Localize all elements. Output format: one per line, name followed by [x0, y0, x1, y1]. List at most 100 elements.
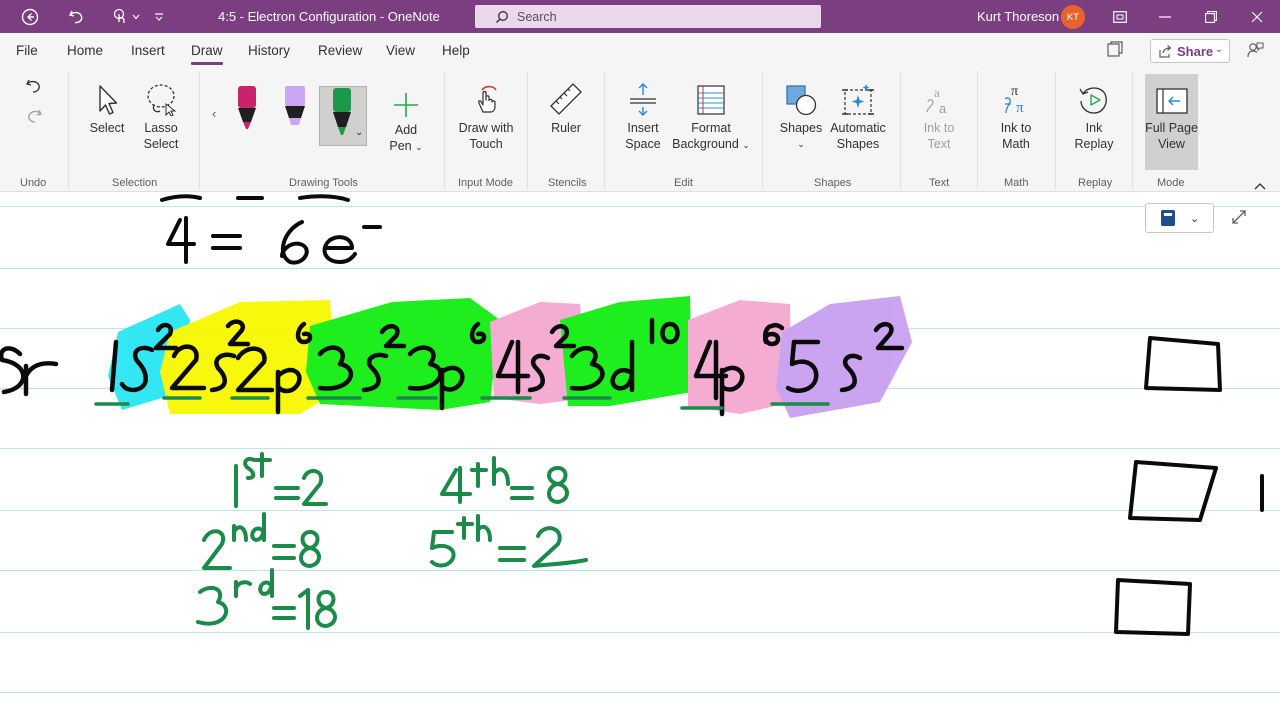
svg-text:π: π [1011, 84, 1018, 99]
undo-icon[interactable] [64, 4, 88, 30]
feedback-icon[interactable] [1247, 42, 1264, 64]
group-separator [444, 71, 445, 189]
plus-icon [394, 93, 418, 117]
ribbon: Undo Select Lasso Select Selection ‹ ⌄ A… [0, 70, 1280, 192]
restore-icon[interactable] [1201, 4, 1221, 30]
shapes-chevron-icon: ⌄ [797, 139, 805, 149]
highlighter-icon [285, 86, 305, 125]
group-label-input-mode: Input Mode [458, 177, 514, 189]
search-placeholder: Search [517, 9, 557, 24]
group-label-replay: Replay [1078, 177, 1113, 189]
ink-to-math-button[interactable]: ππ Ink to Math [995, 78, 1037, 152]
tab-file[interactable]: File [16, 43, 38, 58]
shapes-icon [786, 85, 817, 116]
tab-review[interactable]: Review [318, 43, 362, 58]
ruler-icon [550, 83, 582, 115]
draw-touch-label-2: Touch [469, 137, 503, 151]
add-pen-button[interactable]: Add Pen ⌄ [383, 88, 429, 155]
format-background-button[interactable]: Format Background ⌄ [672, 78, 750, 153]
share-button[interactable]: Share ⌄ [1150, 39, 1230, 63]
group-label-undo: Undo [20, 177, 47, 189]
add-pen-label-2: Pen ⌄ [389, 139, 423, 153]
group-separator [762, 71, 763, 189]
group-separator [527, 71, 528, 189]
note-canvas[interactable]: ⌄ [0, 192, 1280, 720]
magenta-pen[interactable] [235, 84, 259, 137]
minimize-icon[interactable] [1155, 4, 1175, 30]
close-icon[interactable] [1247, 4, 1267, 30]
shapes-label: Shapes [779, 121, 823, 135]
draw-touch-label-1: Draw with [458, 121, 514, 135]
ink-replay-label-2: Replay [1074, 137, 1114, 151]
ink-to-math-icon: ππ [1004, 84, 1024, 116]
insert-space-label-1: Insert [627, 121, 659, 135]
pens-scroll-left-icon[interactable]: ‹ [212, 106, 216, 121]
pen-options-chevron-icon[interactable]: ⌄ [355, 127, 363, 138]
automatic-shapes-button[interactable]: Automatic Shapes [829, 78, 887, 152]
group-separator [199, 71, 200, 189]
ink-replay-icon [1079, 87, 1107, 114]
format-background-icon [697, 85, 725, 115]
pointer-icon [99, 85, 118, 115]
tab-help[interactable]: Help [442, 43, 470, 58]
undo-button[interactable] [25, 78, 43, 101]
lasso-select-button[interactable]: Lasso Select [139, 78, 183, 152]
group-separator [1055, 71, 1056, 189]
redo-button[interactable] [25, 108, 43, 131]
touch-mode-icon[interactable] [108, 4, 132, 30]
full-page-label-2: View [1158, 137, 1185, 151]
tab-insert[interactable]: Insert [131, 43, 165, 58]
share-label: Share [1177, 43, 1214, 59]
ink-to-math-label-1: Ink to [1000, 121, 1032, 135]
customize-quick-access-icon[interactable] [152, 4, 166, 30]
pen-icon [333, 88, 351, 135]
insert-space-icon [630, 83, 656, 116]
draw-with-touch-button[interactable]: Draw with Touch [455, 78, 517, 152]
shapes-button[interactable]: Shapes ⌄ [779, 78, 823, 152]
handwritten-ink [0, 194, 1264, 636]
user-name[interactable]: Kurt Thoreson [977, 9, 1059, 24]
group-label-math: Math [1004, 177, 1029, 189]
green-pen-selected[interactable]: ⌄ [319, 86, 367, 146]
group-separator [1132, 71, 1133, 189]
avatar[interactable]: KT [1061, 5, 1085, 29]
group-label-mode: Mode [1157, 177, 1185, 189]
drawn-boxes-ink [1114, 336, 1264, 636]
ink-to-text-icon: aa [926, 85, 947, 116]
lavender-highlighter[interactable] [282, 84, 308, 137]
group-label-drawing-tools: Drawing Tools [289, 177, 358, 189]
group-label-edit: Edit [674, 177, 693, 189]
touch-mode-dropdown-icon[interactable] [130, 4, 142, 30]
notebook-nav-button[interactable]: ⌄ [1145, 203, 1214, 233]
active-tab-indicator [191, 62, 223, 65]
full-page-view-content[interactable]: Full Page View [1145, 78, 1198, 152]
notebooks-icon[interactable] [1107, 41, 1123, 62]
ruler-button[interactable]: Ruler [546, 78, 586, 136]
ink-to-text-button[interactable]: aa Ink to Text [918, 78, 960, 152]
fullscreen-icon[interactable] [1110, 4, 1130, 30]
svg-text:a: a [934, 85, 940, 100]
insert-space-button[interactable]: Insert Space [622, 78, 664, 152]
select-button[interactable]: Select [88, 78, 126, 136]
tab-view[interactable]: View [386, 43, 415, 58]
svg-text:π: π [1016, 100, 1024, 116]
lasso-label-2: Select [143, 137, 179, 151]
ink-to-text-label-2: Text [927, 137, 951, 151]
ruler-label: Ruler [551, 121, 581, 135]
back-icon[interactable] [18, 4, 42, 30]
full-page-label-1: Full Page [1145, 121, 1198, 135]
search-box[interactable]: Search [475, 5, 821, 28]
expand-icon[interactable] [1232, 210, 1246, 229]
group-label-stencils: Stencils [548, 177, 587, 189]
notebook-icon [1161, 210, 1175, 226]
search-icon [496, 10, 508, 23]
select-label: Select [89, 121, 125, 135]
group-label-text: Text [929, 177, 950, 189]
svg-text:a: a [939, 101, 947, 116]
tab-history[interactable]: History [248, 43, 290, 58]
automatic-shapes-label-1: Automatic [830, 121, 886, 135]
tab-home[interactable]: Home [67, 43, 103, 58]
ink-to-text-label-1: Ink to [923, 121, 955, 135]
tab-draw[interactable]: Draw [191, 43, 223, 58]
ink-replay-button[interactable]: Ink Replay [1073, 78, 1115, 152]
